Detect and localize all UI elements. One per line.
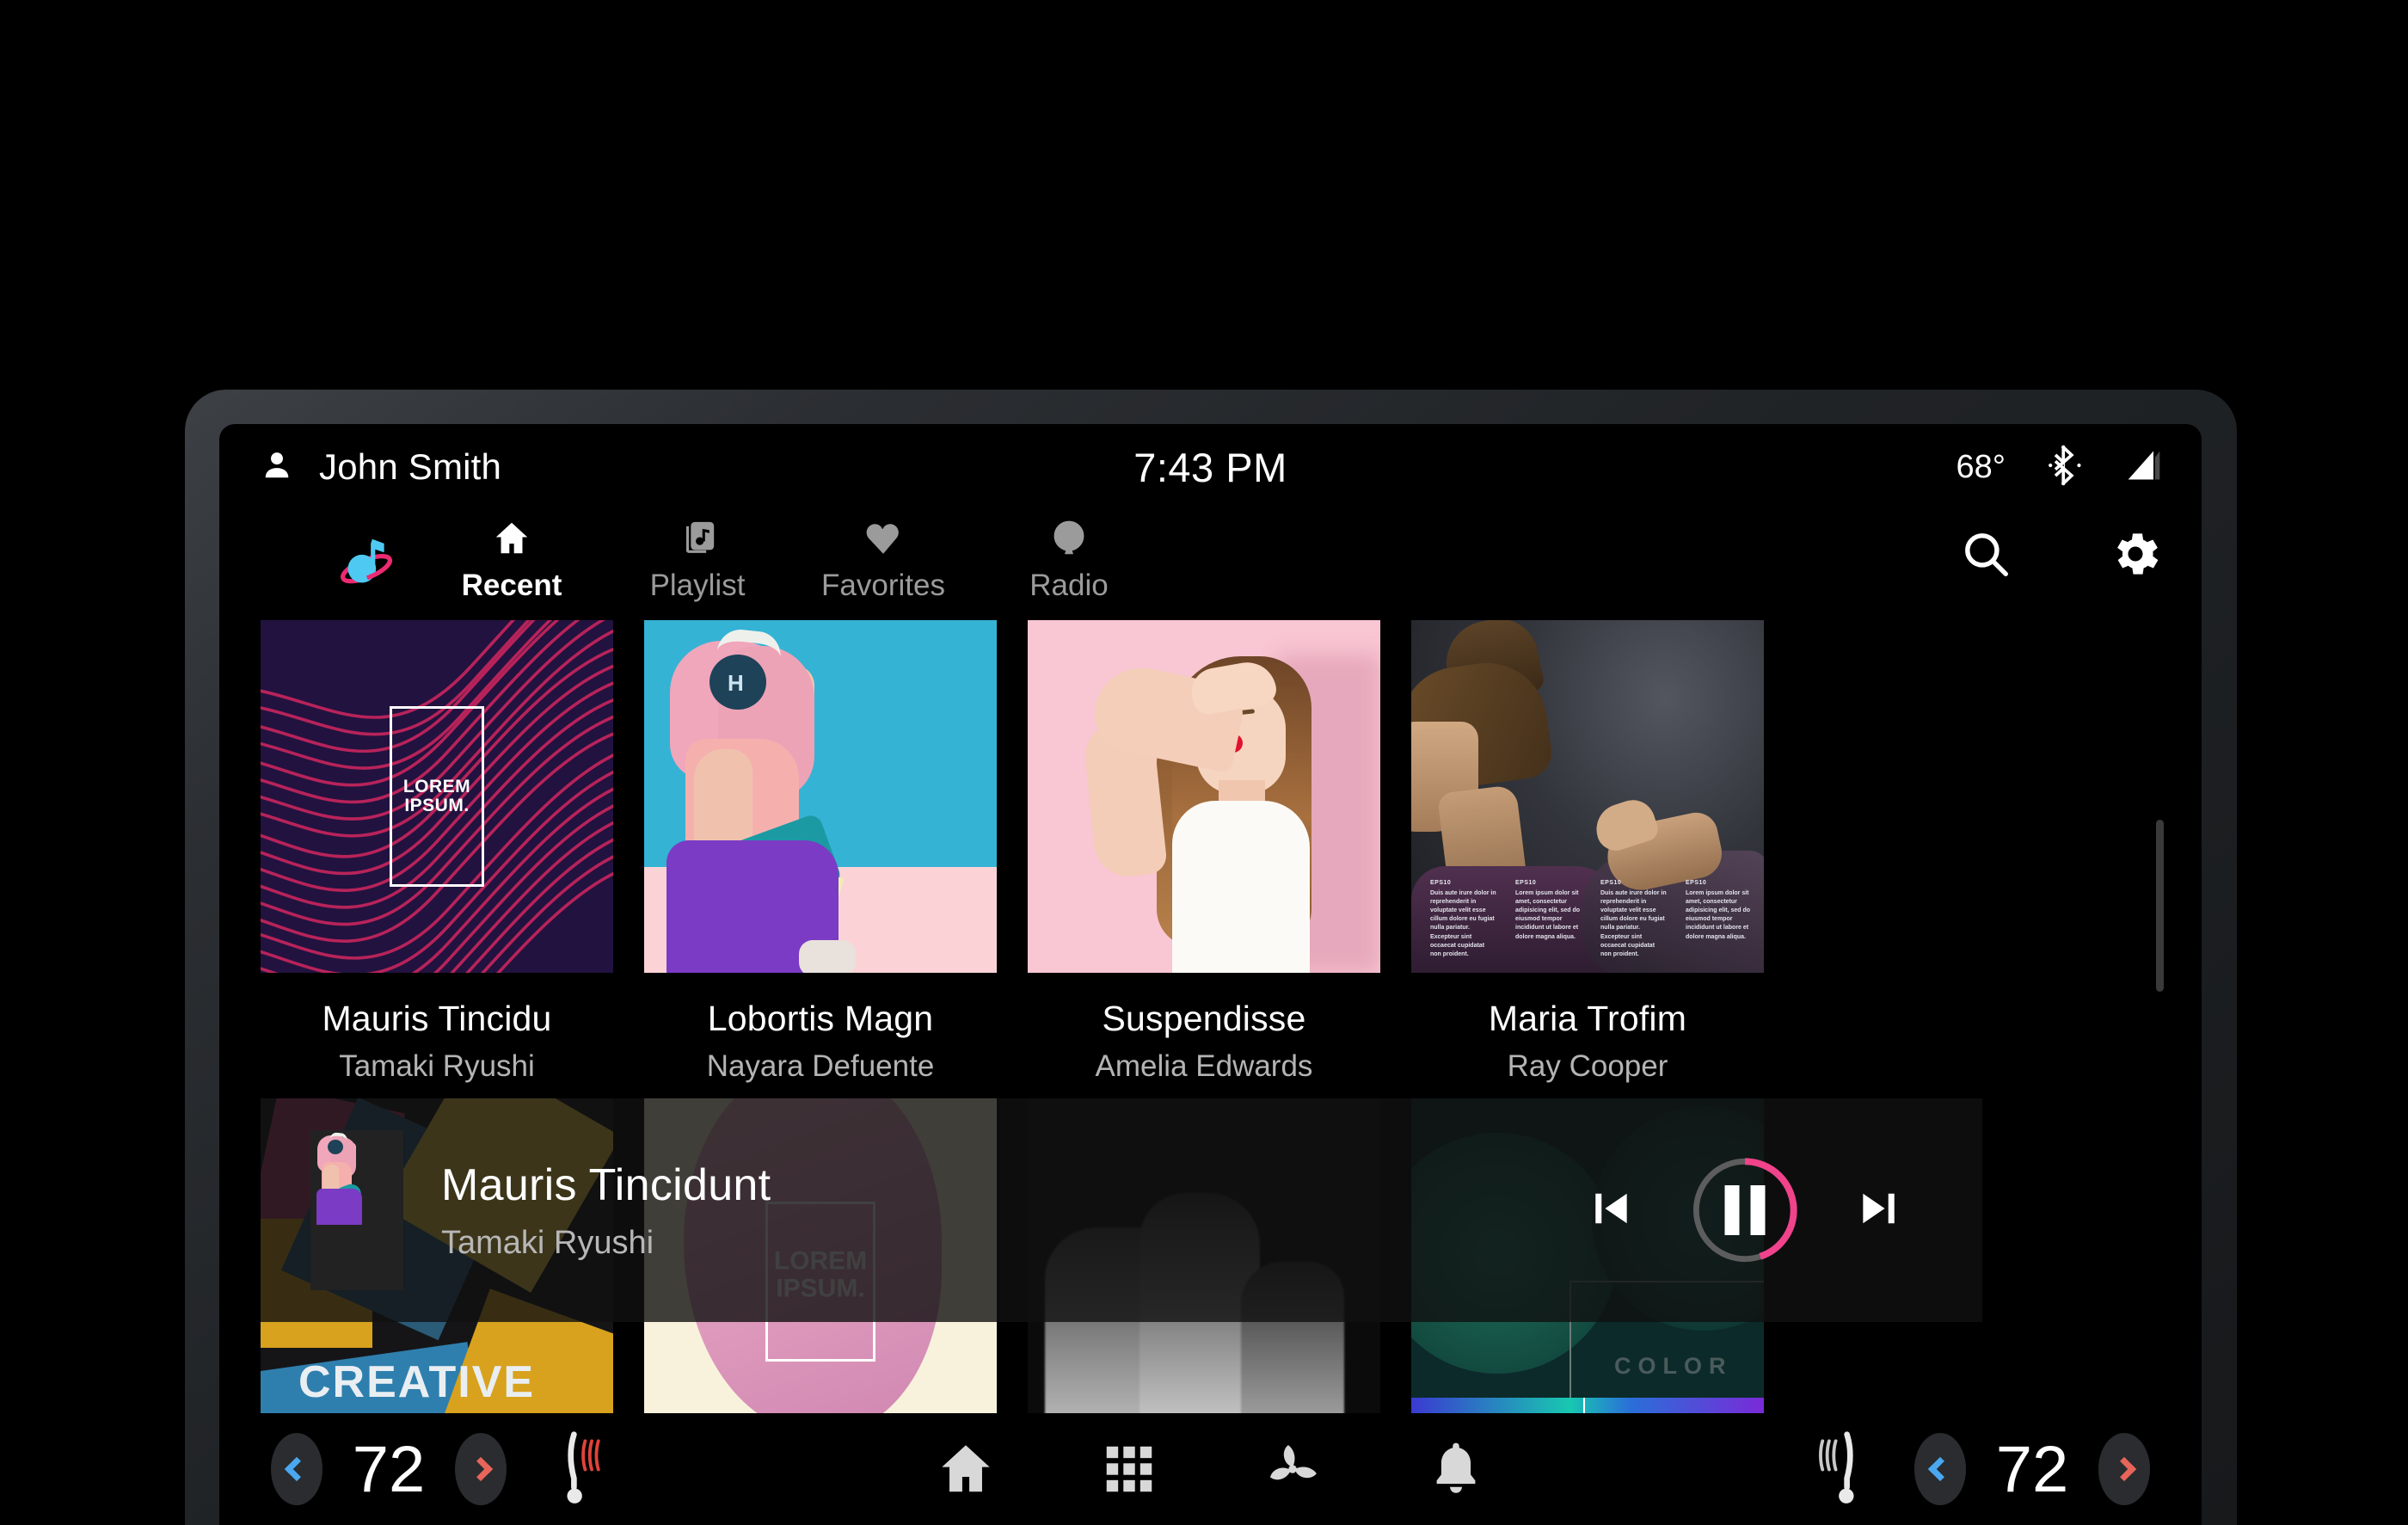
album-art-dark-portrait-editorial: EPS10 Duis aute irure dolor in reprehende… xyxy=(1411,620,1764,973)
text-column: EPS10 Duis aute irure dolor in reprehende… xyxy=(1430,879,1496,957)
driver-temperature-value: 72 xyxy=(352,1432,426,1506)
scrollbar-thumb[interactable] xyxy=(2156,820,2164,992)
album-card[interactable]: LOREM IPSUM. Mauris Tincidu Tamaki Ryushi xyxy=(261,620,613,1084)
passenger-seat-heater-button[interactable] xyxy=(1799,1428,1866,1511)
home-icon xyxy=(491,517,532,560)
apps-grid-button[interactable] xyxy=(1047,1439,1211,1499)
library-content: LOREM IPSUM. Mauris Tincidu Tamaki Ryushi… xyxy=(219,620,2202,1525)
search-icon[interactable] xyxy=(1959,527,2012,585)
now-playing-artist: Tamaki Ryushi xyxy=(441,1224,654,1261)
album-row-recent: LOREM IPSUM. Mauris Tincidu Tamaki Ryushi… xyxy=(261,620,1764,1084)
album-artist: Amelia Edwards xyxy=(1095,1049,1313,1083)
status-bar: John Smith 7:43 PM 68° xyxy=(219,424,2202,510)
tab-playlist[interactable]: Playlist xyxy=(605,517,790,603)
passenger-climate-control: 72 xyxy=(1914,1432,2150,1507)
album-title: Suspendisse xyxy=(1102,999,1306,1038)
notifications-button[interactable] xyxy=(1374,1438,1538,1500)
album-art-label-box: LOREM IPSUM. xyxy=(390,706,484,887)
clock: 7:43 PM xyxy=(1133,444,1287,490)
now-playing-bar: Mauris Tincidunt Tamaki Ryushi xyxy=(261,1098,1982,1322)
chevron-left-icon xyxy=(284,1456,310,1482)
playlist-icon xyxy=(677,517,718,560)
tab-bar: Recent Playlist Favorites Radio xyxy=(419,517,1162,603)
tab-recent[interactable]: Recent xyxy=(419,517,605,603)
album-art-label: CREATIVE xyxy=(298,1357,536,1407)
text-column: EPS10 Lorem ipsum dolor sit amet, consect… xyxy=(1515,879,1581,940)
text-column: EPS10 Duis aute irure dolor in reprehende… xyxy=(1600,879,1667,957)
infotainment-screen: John Smith 7:43 PM 68° Recent Playlist F… xyxy=(219,424,2202,1525)
climate-control-bar: 72 72 xyxy=(219,1413,2202,1525)
playback-controls xyxy=(1587,1152,1903,1269)
album-title: Mauris Tincidu xyxy=(322,999,552,1038)
text-column: EPS10 Lorem ipsum dolor sit amet, consect… xyxy=(1686,879,1751,940)
album-artist: Ray Cooper xyxy=(1507,1049,1668,1083)
music-note-planet-logo xyxy=(329,527,403,601)
album-art-text-columns: EPS10 Duis aute irure dolor in reprehende… xyxy=(1430,880,1752,959)
now-playing-title: Mauris Tincidunt xyxy=(441,1159,771,1210)
album-artist: Tamaki Ryushi xyxy=(339,1049,535,1083)
chevron-left-icon xyxy=(1927,1456,1953,1482)
album-card[interactable]: Suspendisse Amelia Edwards xyxy=(1028,620,1380,1084)
driver-seat-heater-button[interactable] xyxy=(555,1428,622,1511)
chevron-right-icon xyxy=(468,1456,494,1482)
passenger-temp-decrease-button[interactable] xyxy=(1914,1433,1966,1505)
tab-label-recent: Recent xyxy=(461,569,562,602)
album-card[interactable]: H Lobortis Magn Nayara Defuente xyxy=(644,620,997,1084)
outside-temperature: 68° xyxy=(1956,448,2006,485)
now-playing-thumbnail[interactable] xyxy=(310,1130,403,1290)
album-art-pink-background-model xyxy=(1028,620,1380,973)
driver-temp-decrease-button[interactable] xyxy=(271,1433,322,1505)
fan-button[interactable] xyxy=(1211,1436,1374,1502)
album-card[interactable]: EPS10 Duis aute irure dolor in reprehende… xyxy=(1411,620,1764,1084)
gear-icon[interactable] xyxy=(2107,526,2164,587)
album-title: Lobortis Magn xyxy=(707,999,934,1038)
tab-label-radio: Radio xyxy=(1029,569,1109,602)
bluetooth-icon xyxy=(2047,444,2083,490)
album-title: Maria Trofim xyxy=(1488,999,1687,1038)
heart-icon xyxy=(863,517,904,560)
pause-icon xyxy=(1724,1185,1766,1235)
user-name: John Smith xyxy=(319,446,502,487)
skip-next-icon[interactable] xyxy=(1855,1184,1903,1237)
passenger-temp-increase-button[interactable] xyxy=(2098,1433,2150,1505)
tab-favorites[interactable]: Favorites xyxy=(790,517,976,603)
tab-label-playlist: Playlist xyxy=(649,569,746,602)
album-art-label: LOREMIPSUM. xyxy=(402,776,471,815)
now-playing-meta: Mauris Tincidunt Tamaki Ryushi xyxy=(441,1159,771,1262)
album-art-lorem-ipsum-waves: LOREM IPSUM. xyxy=(261,620,613,973)
passenger-temperature-value: 72 xyxy=(1995,1432,2069,1506)
nav-actions xyxy=(1959,526,2164,587)
album-art-label: COLOR xyxy=(1614,1353,1733,1379)
album-art-pink-hair-headphones: H xyxy=(644,620,997,973)
pause-button[interactable] xyxy=(1686,1152,1803,1269)
skip-previous-icon[interactable] xyxy=(1587,1184,1635,1237)
album-artist: Nayara Defuente xyxy=(706,1049,935,1083)
chevron-right-icon xyxy=(2111,1456,2137,1482)
radio-icon xyxy=(1048,517,1090,560)
driver-climate-control: 72 xyxy=(271,1432,507,1507)
person-icon xyxy=(261,447,293,488)
signal-bars-icon xyxy=(2124,446,2164,489)
driver-temp-increase-button[interactable] xyxy=(455,1433,507,1505)
tab-label-favorites: Favorites xyxy=(821,569,945,602)
tab-radio[interactable]: Radio xyxy=(976,517,1162,603)
home-button[interactable] xyxy=(884,1439,1047,1499)
navigation-bar: Recent Playlist Favorites Radio xyxy=(219,510,2202,613)
